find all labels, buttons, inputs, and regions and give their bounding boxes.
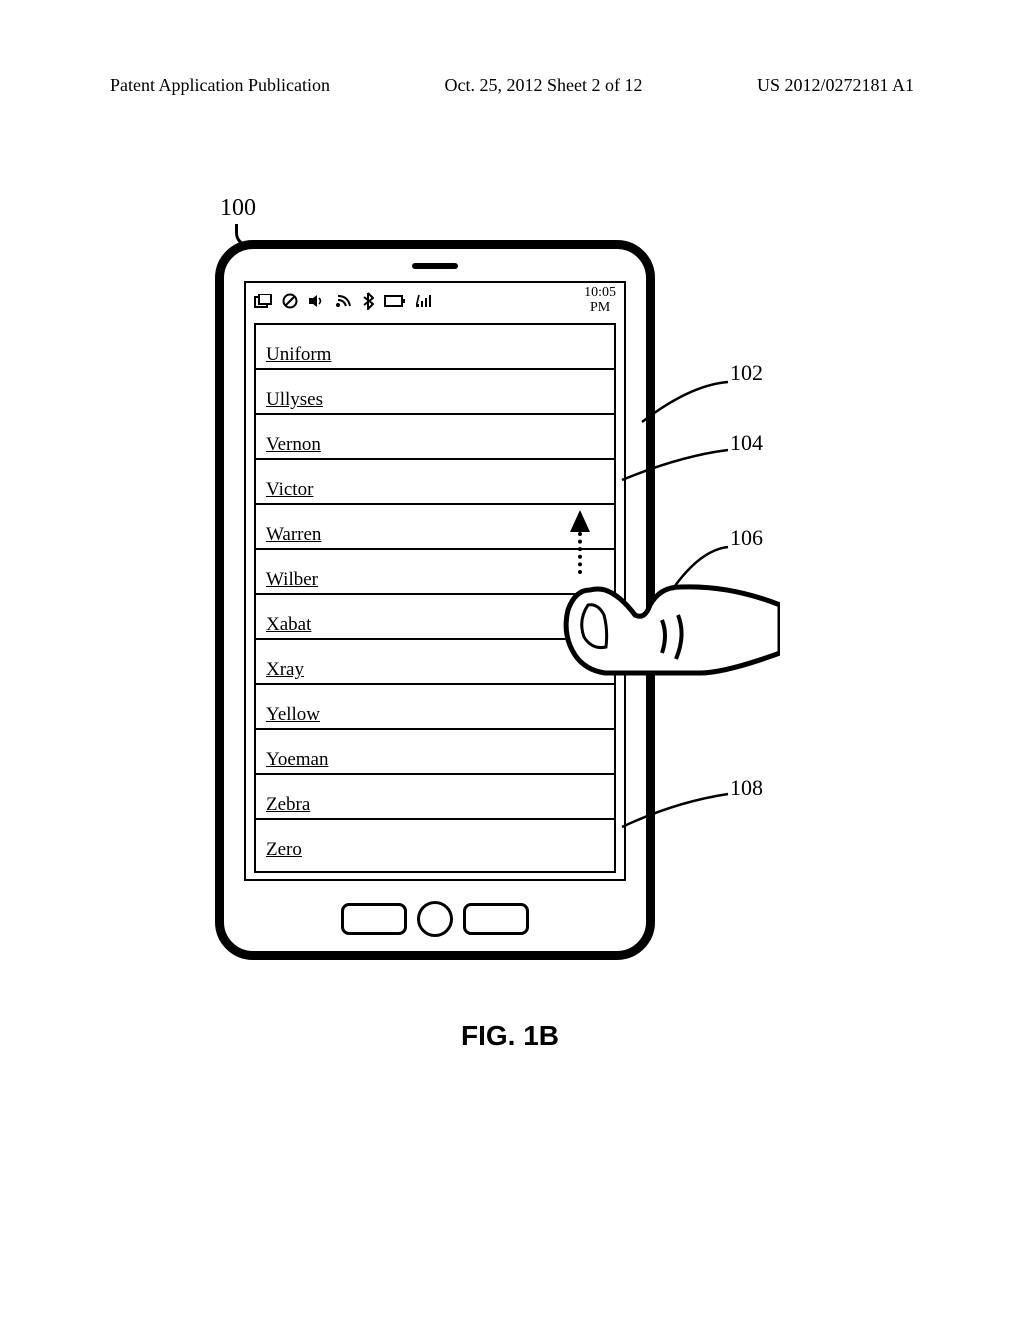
list-item[interactable]: Ullyses bbox=[256, 370, 614, 415]
ref-leader-104 bbox=[620, 448, 730, 488]
scroll-up-arrow-icon bbox=[580, 510, 590, 574]
header-left: Patent Application Publication bbox=[110, 75, 330, 96]
ref-label-106: 106 bbox=[730, 525, 763, 551]
list-item-label: Zebra bbox=[266, 794, 310, 816]
list-item[interactable]: Vernon bbox=[256, 415, 614, 460]
bluetooth-icon bbox=[362, 292, 374, 310]
figure: 100 bbox=[200, 180, 820, 1080]
signal-icon bbox=[416, 294, 432, 308]
wifi-icon bbox=[334, 294, 352, 308]
finger-gesture-icon bbox=[550, 575, 780, 725]
list-item-label: Uniform bbox=[266, 344, 331, 366]
header-center: Oct. 25, 2012 Sheet 2 of 12 bbox=[444, 75, 642, 96]
list-item-label: Wilber bbox=[266, 569, 318, 591]
list-item-label: Zero bbox=[266, 839, 302, 861]
ref-leader-106 bbox=[670, 545, 730, 595]
list-item[interactable]: Zero bbox=[256, 820, 614, 863]
list-item[interactable]: Uniform bbox=[256, 325, 614, 370]
ref-label-108: 108 bbox=[730, 775, 763, 801]
list-item-label: Ullyses bbox=[266, 389, 323, 411]
right-soft-key[interactable] bbox=[463, 903, 529, 935]
list-item[interactable]: Zebra bbox=[256, 775, 614, 820]
list-item-label: Warren bbox=[266, 524, 321, 546]
status-time-period: PM bbox=[584, 301, 616, 316]
ref-leader-108 bbox=[620, 792, 730, 832]
list-item-label: Yellow bbox=[266, 704, 320, 726]
header-right: US 2012/0272181 A1 bbox=[757, 75, 914, 96]
page-header: Patent Application Publication Oct. 25, … bbox=[110, 75, 914, 96]
battery-icon bbox=[384, 295, 406, 307]
status-time: 10:05 PM bbox=[584, 286, 616, 315]
ref-label-100: 100 bbox=[220, 195, 256, 222]
status-bar: 10:05 PM bbox=[246, 283, 624, 319]
no-entry-icon bbox=[282, 293, 298, 309]
list-item-label: Victor bbox=[266, 479, 313, 501]
status-time-value: 10:05 bbox=[584, 286, 616, 301]
ref-label-102: 102 bbox=[730, 360, 763, 386]
hardware-buttons bbox=[224, 901, 646, 937]
list-item[interactable]: Warren bbox=[256, 505, 614, 550]
home-button[interactable] bbox=[417, 901, 453, 937]
list-item-label: Xray bbox=[266, 659, 304, 681]
list-item-label: Xabat bbox=[266, 614, 311, 636]
list-item-label: Yoeman bbox=[266, 749, 328, 771]
figure-caption: FIG. 1B bbox=[200, 1020, 820, 1052]
window-icon bbox=[254, 294, 272, 308]
ref-label-104: 104 bbox=[730, 430, 763, 456]
speaker-icon bbox=[308, 294, 324, 308]
list-item[interactable]: Yoeman bbox=[256, 730, 614, 775]
list-item-label: Vernon bbox=[266, 434, 321, 456]
list-item[interactable]: Victor bbox=[256, 460, 614, 505]
left-soft-key[interactable] bbox=[341, 903, 407, 935]
ref-leader-102 bbox=[640, 380, 730, 430]
speaker-slot bbox=[412, 263, 458, 269]
